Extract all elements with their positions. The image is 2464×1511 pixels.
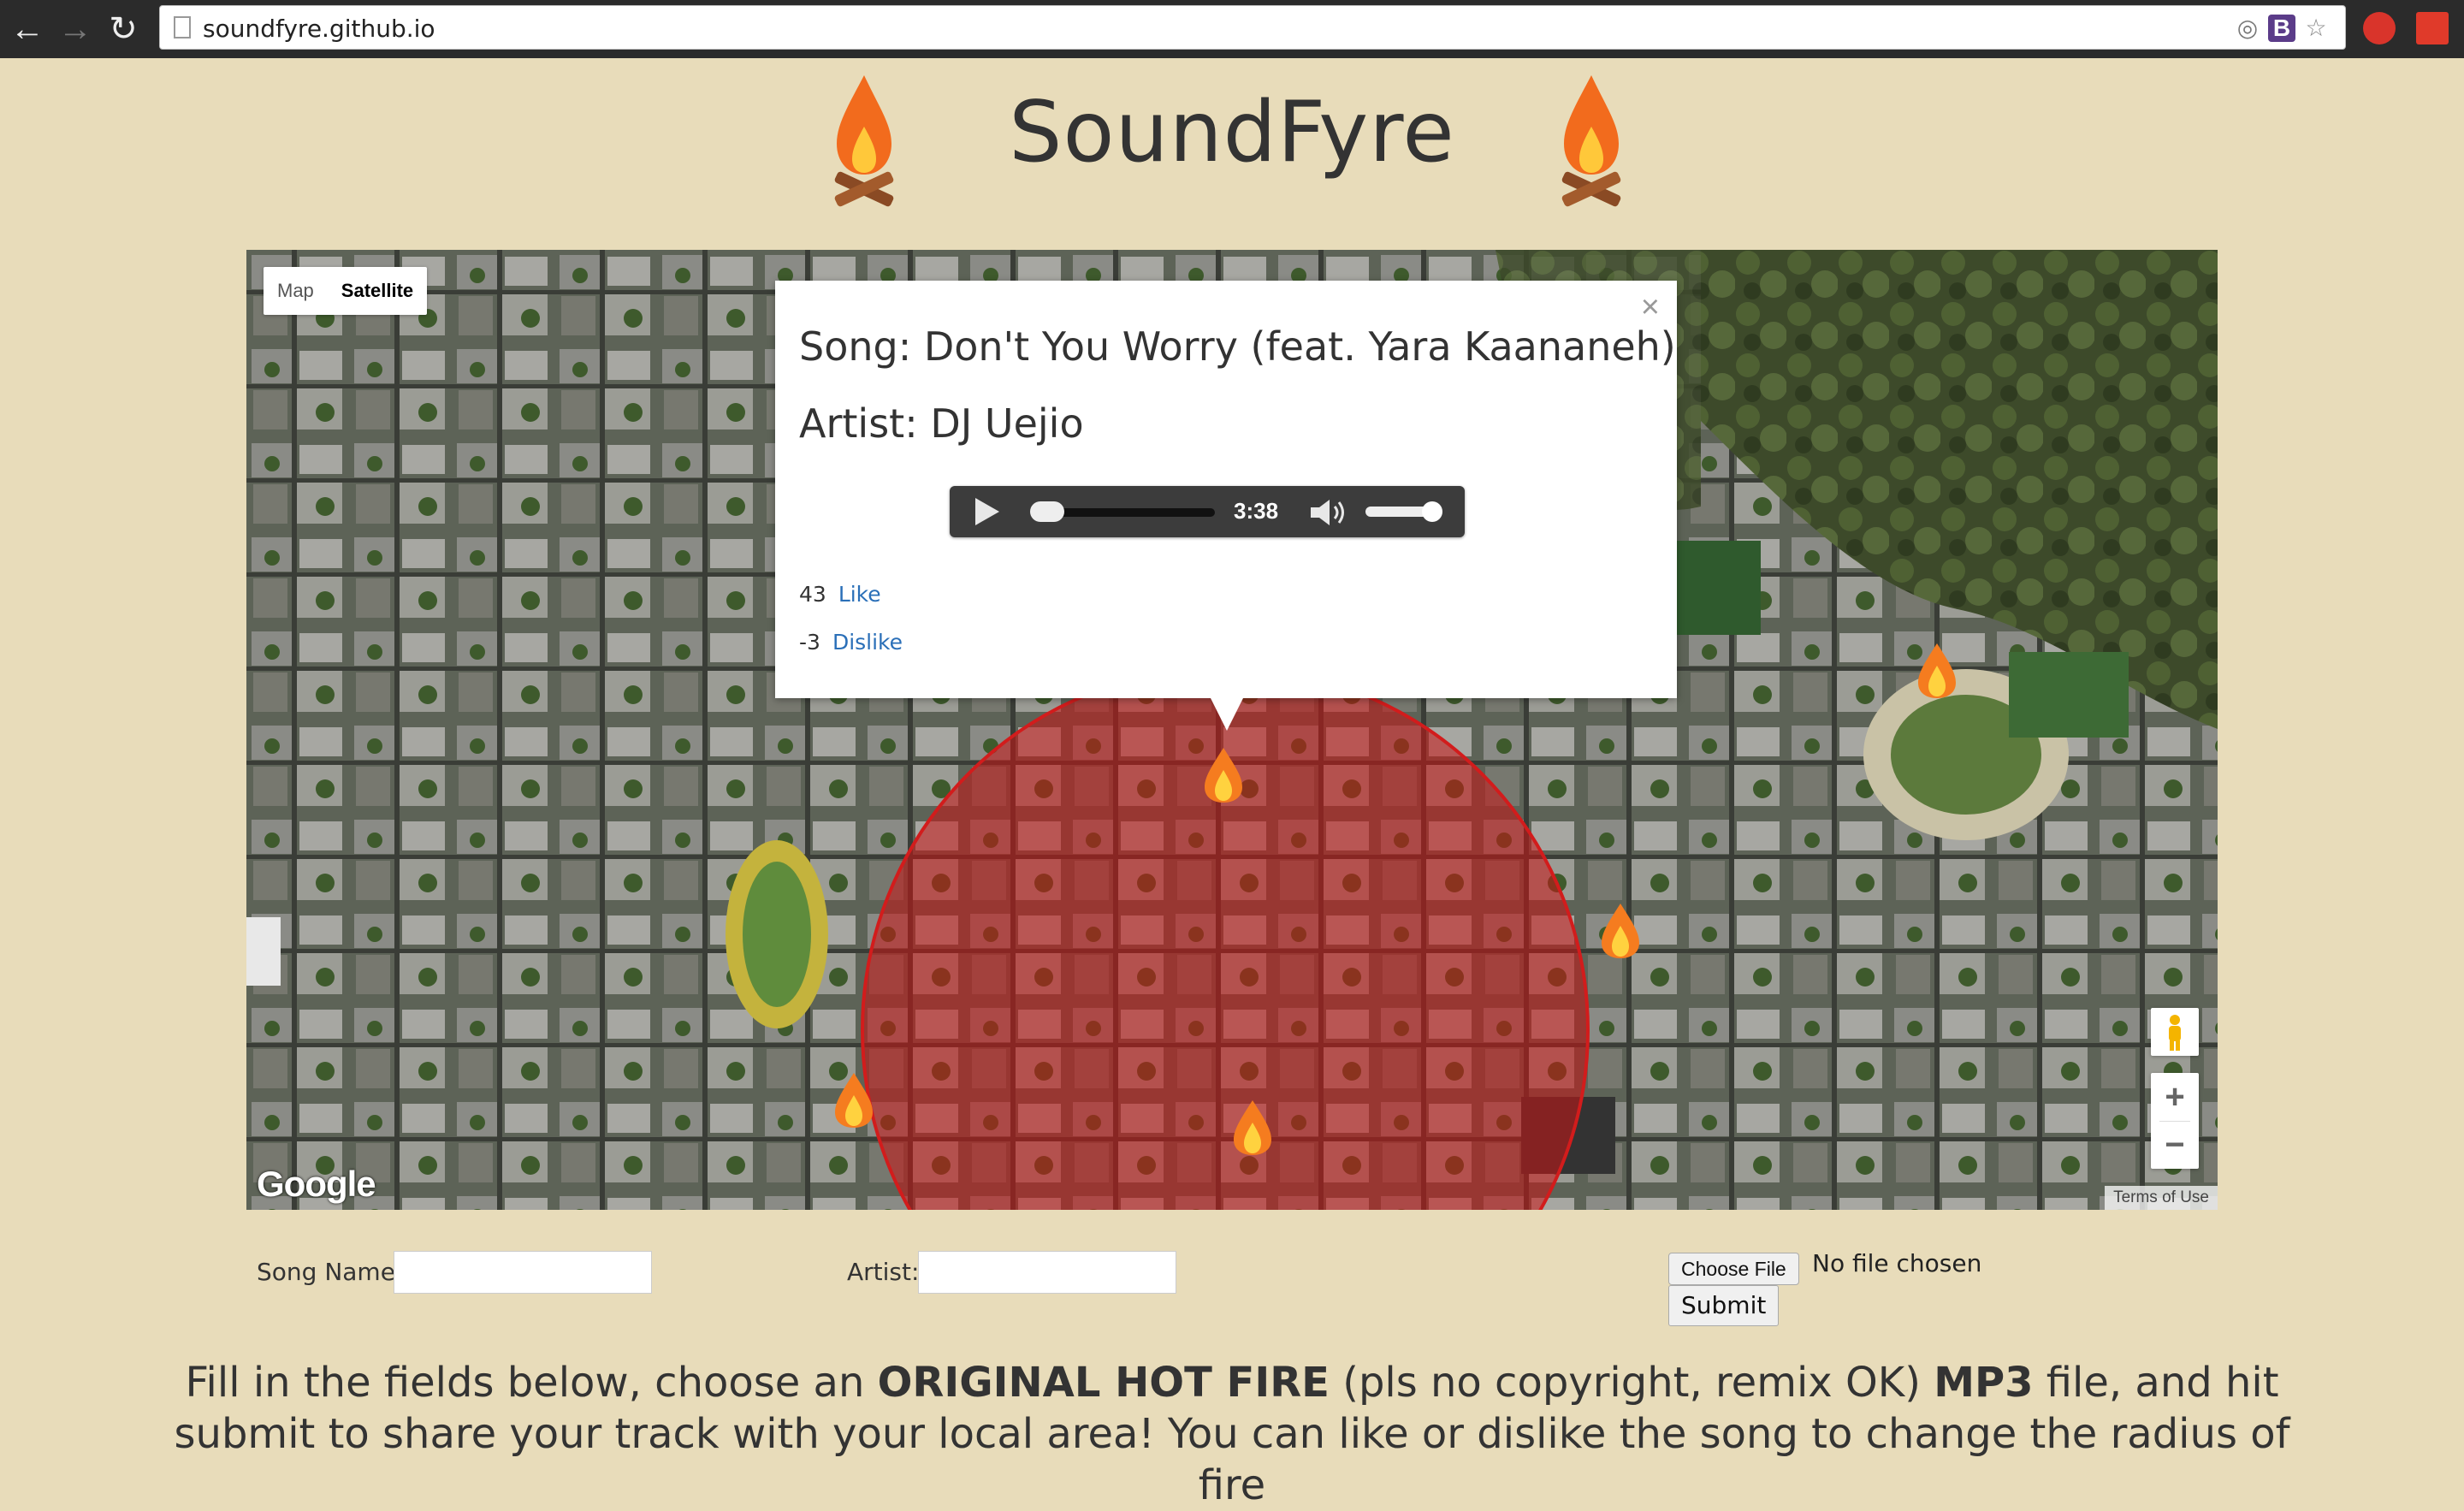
like-count: 43: [799, 582, 826, 607]
zoom-control: + −: [2151, 1073, 2199, 1169]
terms-of-use-link[interactable]: Terms of Use: [2105, 1186, 2218, 1210]
close-icon[interactable]: ×: [1641, 289, 1660, 326]
instructions-emphasis-original: ORIGINAL HOT FIRE: [877, 1359, 1330, 1407]
fire-marker-icon[interactable]: [1595, 900, 1646, 960]
map-type-map-button[interactable]: Map: [264, 267, 328, 315]
dislike-count: -3: [799, 630, 820, 655]
back-arrow-icon[interactable]: ←: [9, 10, 46, 48]
submit-button[interactable]: Submit: [1668, 1285, 1780, 1326]
instructions-text: Fill in the fields below, choose an ORIG…: [171, 1357, 2293, 1511]
duration-text: 3:38: [1234, 498, 1279, 524]
address-bar[interactable]: soundfyre.github.io ◎ B ☆: [159, 5, 2346, 50]
dislike-link[interactable]: Dislike: [832, 630, 903, 655]
star-bookmark-icon[interactable]: ☆: [2302, 15, 2330, 42]
adblock-icon[interactable]: [2363, 12, 2396, 44]
zoom-out-button[interactable]: −: [2151, 1121, 2199, 1169]
fire-marker-icon[interactable]: [828, 1070, 880, 1129]
campfire-icon: [1561, 75, 1621, 207]
song-info-window: × Song: Don't You Worry (feat. Yara Kaan…: [775, 281, 1677, 698]
url-text[interactable]: soundfyre.github.io: [203, 15, 435, 43]
site-header: SoundFyre: [0, 58, 2464, 246]
instructions-line2: submit to share your track with your loc…: [174, 1410, 2290, 1509]
reload-icon[interactable]: ↻: [104, 10, 142, 48]
fire-marker-icon[interactable]: [1911, 640, 1963, 700]
choose-file-button[interactable]: Choose File: [1668, 1253, 1799, 1285]
instructions-part3: file, and hit: [2033, 1359, 2279, 1407]
instructions-part1: Fill in the fields below, choose an: [185, 1359, 878, 1407]
browser-toolbar: ← → ↻ soundfyre.github.io ◎ B ☆: [0, 0, 2464, 58]
map-type-satellite-button[interactable]: Satellite: [328, 267, 427, 315]
info-window-pointer: [1210, 696, 1244, 731]
song-name-label: Song Name:: [257, 1258, 404, 1286]
instructions-emphasis-mp3: MP3: [1934, 1359, 2034, 1407]
like-row: 43 Like: [799, 582, 881, 607]
artist-input[interactable]: [918, 1251, 1176, 1294]
fire-marker-icon[interactable]: [1227, 1097, 1278, 1157]
bookmarklet-b-icon[interactable]: B: [2268, 15, 2295, 42]
page-icon: [174, 16, 191, 39]
play-icon[interactable]: [975, 498, 999, 525]
forward-arrow-icon[interactable]: →: [56, 10, 94, 48]
volume-handle[interactable]: [1422, 501, 1442, 522]
seek-handle[interactable]: [1030, 501, 1064, 522]
menu-icon[interactable]: [2416, 12, 2449, 44]
map-type-control: Map Satellite: [264, 267, 428, 315]
google-logo[interactable]: Google: [257, 1164, 376, 1205]
zoom-in-button[interactable]: +: [2151, 1073, 2199, 1121]
audio-player: 3:38: [950, 486, 1465, 537]
artist-label: Artist:: [847, 1258, 920, 1286]
volume-icon[interactable]: [1309, 498, 1350, 527]
like-link[interactable]: Like: [838, 582, 881, 607]
street-view-pegman-icon[interactable]: [2151, 1008, 2199, 1056]
dislike-row: -3 Dislike: [799, 630, 903, 655]
artist-name: Artist: DJ Uejio: [799, 400, 1084, 447]
page-title: SoundFyre: [1009, 84, 1455, 181]
location-target-icon[interactable]: ◎: [2234, 15, 2261, 42]
fire-marker-icon[interactable]: [1198, 744, 1249, 804]
song-name-input[interactable]: [394, 1251, 652, 1294]
instructions-part2: (pls no copyright, remix OK): [1329, 1359, 1934, 1407]
song-title: Song: Don't You Worry (feat. Yara Kaanan…: [799, 323, 1676, 370]
file-status-text: No file chosen: [1812, 1249, 1982, 1277]
